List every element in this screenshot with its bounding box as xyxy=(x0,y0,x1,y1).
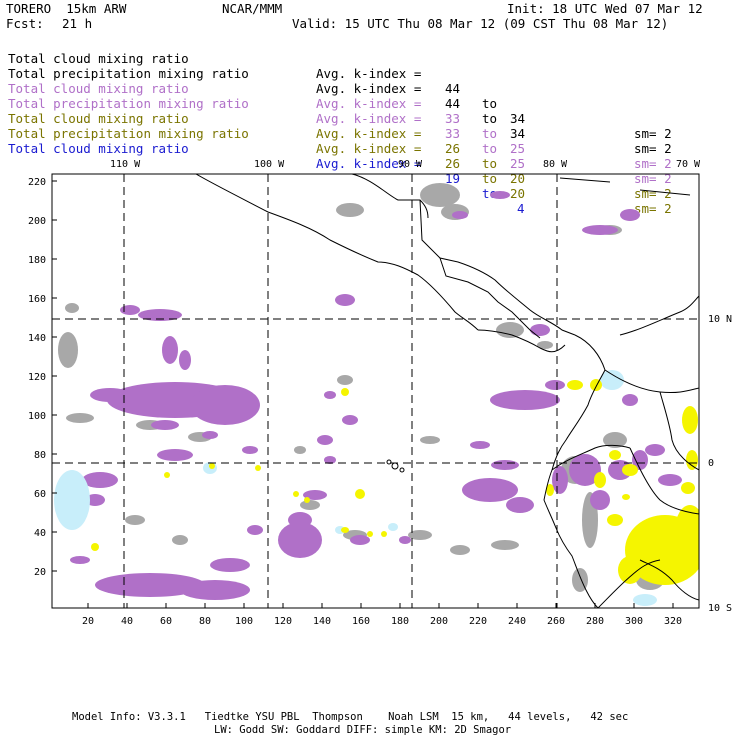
y-tick-label: 200 xyxy=(28,216,46,227)
x-tick-label: 300 xyxy=(625,616,643,627)
lat-label: 0 xyxy=(708,458,714,469)
x-tick-label: 180 xyxy=(391,616,409,627)
venezuela-coast xyxy=(619,295,699,336)
lon-label: 110 W xyxy=(110,159,141,170)
lon-label: 100 W xyxy=(254,159,285,170)
field-layer xyxy=(54,183,699,606)
y-tick-label: 40 xyxy=(34,528,46,539)
forecast-map: 110 W 100 W 90 W 80 W 70 W 10 N 0 10 S 2… xyxy=(28,159,732,627)
lon-label: 90 W xyxy=(398,159,423,170)
lon-label: 70 W xyxy=(676,159,701,170)
lat-label: 10 N xyxy=(708,314,732,325)
physics-info-line: LW: Godd SW: Goddard DIFF: simple KM: 2D… xyxy=(214,724,512,736)
x-tick-label: 100 xyxy=(235,616,253,627)
y-tick-label: 140 xyxy=(28,333,46,344)
galapagos-islands xyxy=(386,459,405,473)
caribbean-islands xyxy=(559,177,691,196)
x-tick-label: 40 xyxy=(121,616,133,627)
x-tick-label: 320 xyxy=(664,616,682,627)
x-tick-label: 220 xyxy=(469,616,487,627)
y-tick-label: 100 xyxy=(28,411,46,422)
y-tick-label: 180 xyxy=(28,255,46,266)
x-tick-label: 120 xyxy=(274,616,292,627)
y-tick-label: 160 xyxy=(28,294,46,305)
x-tick-label: 160 xyxy=(352,616,370,627)
x-tick-label: 60 xyxy=(160,616,172,627)
lat-label: 10 S xyxy=(708,603,732,614)
x-tick-label: 140 xyxy=(313,616,331,627)
y-tick-label: 60 xyxy=(34,489,46,500)
x-tick-label: 260 xyxy=(547,616,565,627)
y-tick-label: 120 xyxy=(28,372,46,383)
x-tick-label: 20 xyxy=(82,616,94,627)
x-tick-label: 240 xyxy=(508,616,526,627)
x-tick-label: 200 xyxy=(430,616,448,627)
central-america-caribbean xyxy=(439,257,541,339)
y-tick-label: 20 xyxy=(34,567,46,578)
x-tick-label: 280 xyxy=(586,616,604,627)
coastlines xyxy=(195,174,699,608)
x-tick-label: 80 xyxy=(199,616,211,627)
y-tick-label: 220 xyxy=(28,177,46,188)
y-tick-label: 80 xyxy=(34,450,46,461)
lon-label: 80 W xyxy=(543,159,568,170)
model-info-line: Model Info: V3.3.1 Tiedtke YSU PBL Thomp… xyxy=(72,711,629,723)
